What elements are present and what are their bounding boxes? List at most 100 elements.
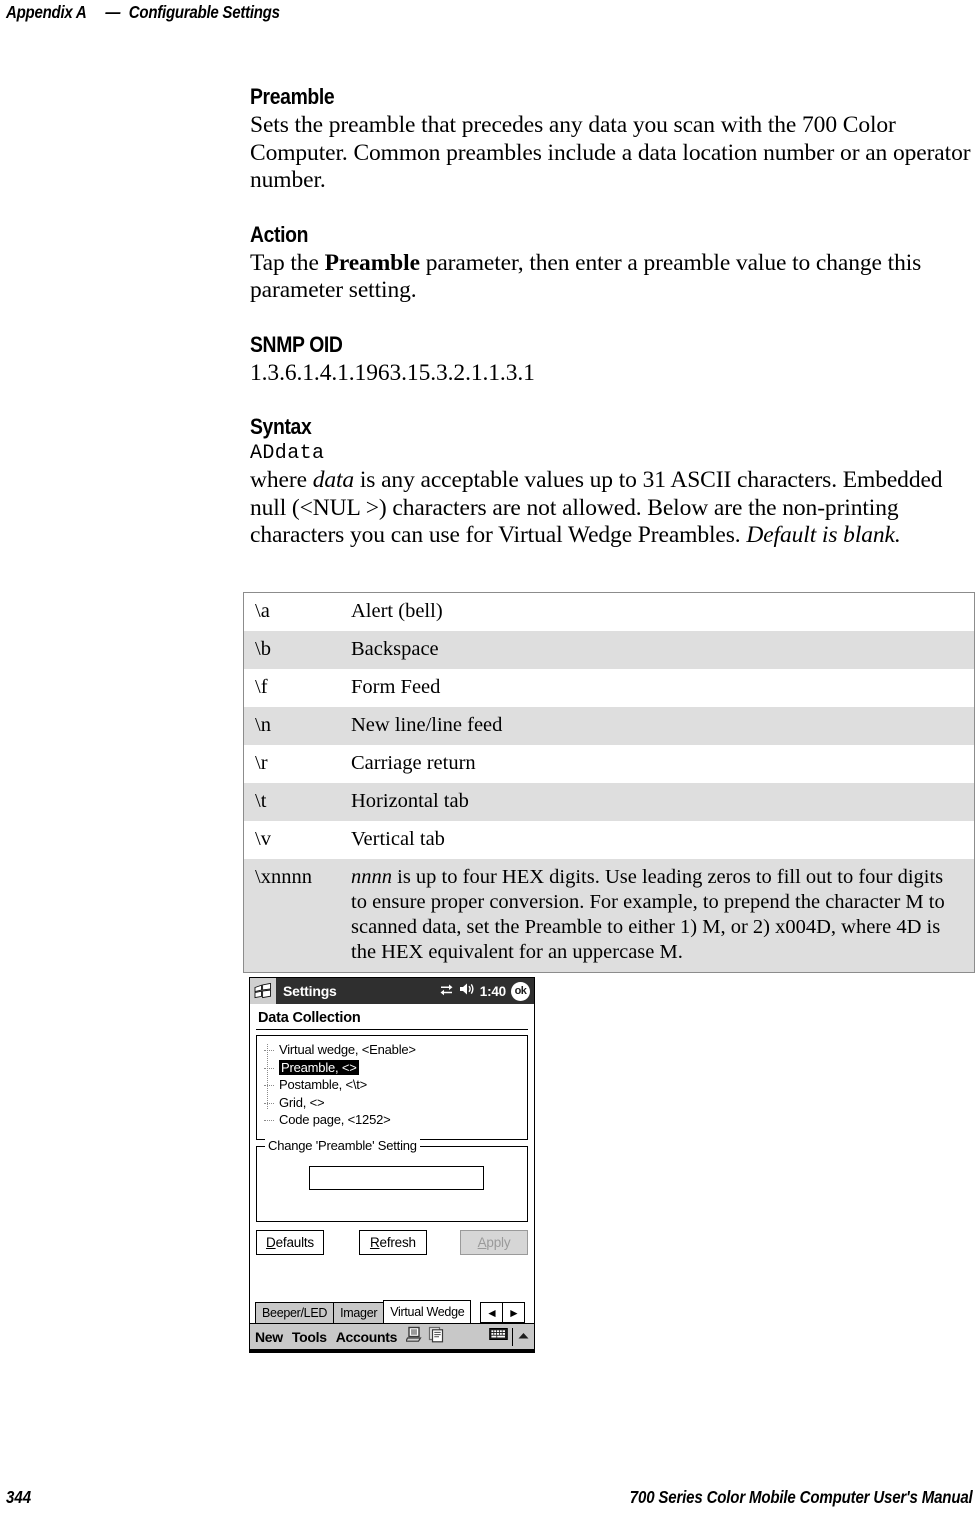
syntax-heading: Syntax	[250, 414, 312, 439]
hex-description-text: is up to four HEX digits. Use leading ze…	[351, 866, 945, 963]
tab-imager[interactable]: Imager	[333, 1302, 385, 1323]
tab-scroll-right-icon[interactable]: ►	[503, 1303, 524, 1322]
tree-item-label: Grid, <>	[279, 1094, 325, 1110]
cell-description: Horizontal tab	[351, 790, 469, 812]
cell-code: \t	[255, 790, 267, 812]
taskbar-right-group	[489, 1327, 530, 1346]
tree-item-virtual-wedge[interactable]: Virtual wedge, <Enable>	[263, 1041, 523, 1059]
cell-code: \b	[255, 638, 271, 660]
taskbar-menu-new[interactable]: New	[255, 1329, 283, 1345]
apply-accel: A	[477, 1235, 487, 1250]
desktop-icon[interactable]	[405, 1326, 423, 1348]
tree-item-label: Postamble, <\t>	[279, 1077, 368, 1092]
taskbar-menu-accounts[interactable]: Accounts	[336, 1329, 398, 1345]
cell-description: Backspace	[351, 638, 439, 660]
action-body-pre: Tap the	[250, 249, 325, 276]
keyboard-icon[interactable]	[489, 1327, 508, 1346]
apply-rest: pply	[486, 1235, 511, 1250]
cell-description: Form Feed	[351, 676, 441, 698]
table-row-hex: \xnnnn nnnn is up to four HEX digits. Us…	[243, 859, 975, 973]
tree-item-grid[interactable]: Grid, <>	[263, 1094, 523, 1112]
defaults-button[interactable]: Defaults	[256, 1230, 324, 1255]
settings-tab-strip: Beeper/LED Imager Virtual Wedge ◄ ►	[250, 1299, 534, 1323]
action-heading: Action	[250, 221, 309, 247]
tab-scroll-left-icon[interactable]: ◄	[481, 1303, 504, 1322]
preamble-body: Sets the preamble that precedes any data…	[250, 112, 971, 193]
content-column: Preamble Sets the preamble that precedes…	[250, 84, 978, 550]
refresh-button[interactable]: Refresh	[358, 1230, 427, 1255]
cell-description: New line/line feed	[351, 714, 503, 736]
cell-description: Alert (bell)	[351, 600, 443, 622]
pda-titlebar: Settings 1:40 ok	[250, 978, 534, 1004]
tab-virtual-wedge[interactable]: Virtual Wedge	[383, 1300, 472, 1323]
table-row: \v Vertical tab	[243, 821, 975, 859]
action-body-bold: Preamble	[324, 249, 420, 276]
defaults-accel: D	[266, 1235, 276, 1250]
tree-item-code-page[interactable]: Code page, <1252>	[263, 1111, 523, 1129]
preamble-value-input[interactable]	[309, 1166, 484, 1190]
syntax-code: ADdata	[250, 442, 325, 465]
pda-page-heading: Data Collection	[258, 1010, 361, 1026]
refresh-rest: efresh	[379, 1235, 417, 1250]
cell-code: \v	[255, 828, 271, 850]
header-section-title: Configurable Settings	[128, 2, 280, 22]
table-row: \f Form Feed	[243, 669, 975, 707]
table-row: \a Alert (bell)	[243, 592, 975, 631]
syntax-description: where data is any acceptable values up t…	[250, 467, 978, 550]
defaults-rest: efaults	[275, 1235, 315, 1250]
pda-body: Data Collection Virtual wedge, <Enable> …	[250, 1004, 534, 1352]
header-appendix: Appendix A	[6, 2, 87, 22]
tab-scroll-controls: ◄ ►	[480, 1302, 526, 1323]
action-body: Tap the Preamble parameter, then enter a…	[250, 250, 978, 305]
cell-code: \r	[255, 752, 268, 774]
table-row: \n New line/line feed	[243, 707, 975, 745]
pda-taskbar: New Tools Accounts	[250, 1323, 534, 1352]
running-header: Appendix A — Configurable Settings	[6, 2, 280, 23]
taskbar-menu-tools[interactable]: Tools	[292, 1329, 327, 1345]
settings-tree[interactable]: Virtual wedge, <Enable> Preamble, <> Pos…	[256, 1035, 528, 1140]
notes-icon[interactable]	[428, 1326, 445, 1348]
pda-title-label: Settings	[283, 983, 337, 999]
footer-page-number: 344	[6, 1487, 32, 1507]
cell-code: \n	[255, 714, 271, 736]
tab-beeper-led[interactable]: Beeper/LED	[255, 1302, 335, 1323]
apply-button: Apply	[460, 1230, 528, 1255]
windows-logo-icon	[250, 978, 276, 1004]
pda-screenshot: Settings 1:40 ok Data Collection Virtual…	[249, 977, 535, 1353]
cell-description: Vertical tab	[351, 828, 445, 850]
pda-system-tray: 1:40 ok	[439, 978, 530, 1004]
syntax-desc-1: where	[250, 467, 313, 493]
cell-code: \f	[255, 676, 268, 698]
table-body: \a Alert (bell) \b Backspace \f Form Fee…	[243, 592, 975, 973]
table-row: \b Backspace	[243, 631, 975, 669]
hex-placeholder-italic: nnnn	[351, 866, 392, 888]
snmp-oid-value: 1.3.6.1.4.1.1963.15.3.2.1.1.3.1	[250, 359, 535, 386]
preamble-heading: Preamble	[250, 84, 335, 109]
cell-description: nnnn is up to four HEX digits. Use leadi…	[349, 859, 975, 973]
speaker-icon[interactable]	[459, 982, 475, 1001]
connectivity-icon[interactable]	[439, 981, 454, 1001]
escape-characters-table: \a Alert (bell) \b Backspace \f Form Fee…	[243, 592, 975, 973]
syntax-desc-italic-1: data	[312, 467, 355, 493]
refresh-accel: R	[369, 1235, 380, 1250]
heading-divider	[256, 1029, 528, 1030]
tree-item-label: Virtual wedge, <Enable>	[279, 1042, 416, 1057]
syntax-desc-italic-2: Default is blank.	[746, 522, 901, 548]
up-arrow-icon[interactable]	[517, 1328, 530, 1346]
table-row: \t Horizontal tab	[243, 783, 975, 821]
groupbox-legend: Change 'Preamble' Setting	[265, 1138, 420, 1153]
cell-description: Carriage return	[351, 752, 476, 774]
table-row: \r Carriage return	[243, 745, 975, 783]
tree-item-postamble[interactable]: Postamble, <\t>	[263, 1076, 523, 1094]
change-setting-groupbox: Change 'Preamble' Setting	[256, 1138, 528, 1222]
snmp-oid-heading: SNMP OID	[250, 331, 343, 357]
tree-item-preamble[interactable]: Preamble, <>	[263, 1059, 523, 1077]
tree-item-label: Preamble, <>	[279, 1059, 359, 1075]
clock-time[interactable]: 1:40	[480, 984, 506, 999]
header-dash: —	[105, 2, 121, 22]
ok-button[interactable]: ok	[511, 981, 530, 1001]
button-row: Defaults Refresh Apply	[256, 1230, 528, 1255]
